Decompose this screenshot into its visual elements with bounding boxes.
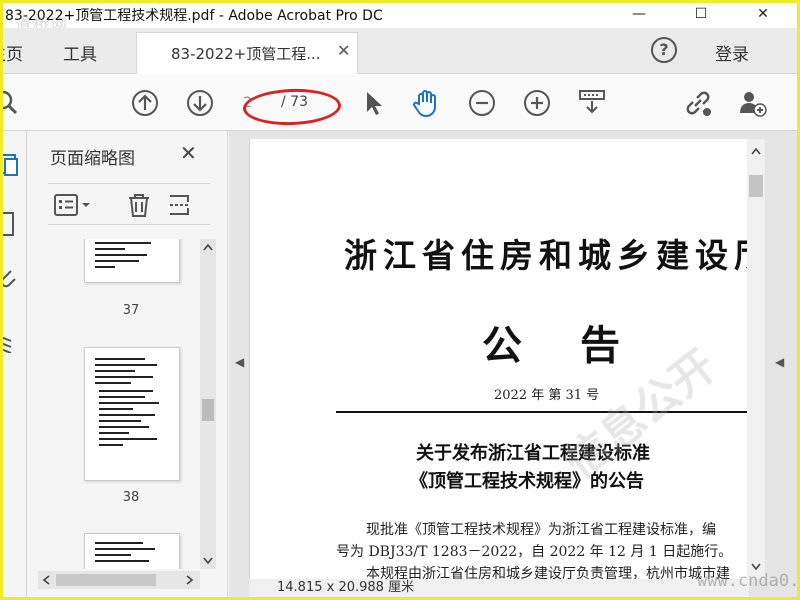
thumbnail-page[interactable] [84, 239, 180, 283]
acrobat-window: 83-2022+顶管工程技术规程.pdf - Adobe Acrobat Pro… [3, 3, 797, 597]
panel-close-icon[interactable]: ✕ [180, 141, 197, 165]
tab-document-label: 83-2022+顶管工程... [171, 45, 321, 63]
thumbnail-list: 37 38 [38, 239, 198, 569]
select-arrow-icon[interactable] [359, 88, 389, 118]
panel-toolbar [48, 183, 210, 225]
tab-tools[interactable]: 工具 [63, 28, 97, 74]
scroll-up-arrow-icon[interactable] [203, 243, 213, 251]
site-watermark-bottom: www.cnda0.com [697, 571, 797, 591]
document-issuer-header: 浙江省住房和城乡建设厅 [344, 236, 749, 275]
login-button[interactable]: 登录 [715, 40, 749, 65]
minimize-button[interactable]: — [619, 3, 659, 28]
document-body-line: 号为 DBJ33/T 1283－2022，自 2022 年 12 月 1 日起施… [336, 544, 733, 560]
title-bar: 83-2022+顶管工程技术规程.pdf - Adobe Acrobat Pro… [3, 3, 797, 34]
extract-icon[interactable] [168, 192, 194, 218]
doc-scroll-down-arrow-icon[interactable] [751, 563, 761, 571]
delete-icon[interactable] [126, 192, 152, 218]
thumbnail-panel: 页面缩略图 ✕ 37 38 [28, 131, 228, 597]
search-icon[interactable] [3, 88, 23, 118]
share-link-icon[interactable] [683, 88, 713, 118]
toolbar: / 73 [3, 74, 797, 131]
document-vertical-scrollbar[interactable] [747, 139, 765, 579]
hand-tool-icon[interactable] [411, 88, 441, 118]
thumbnail-label: 38 [122, 490, 140, 505]
scroll-down-arrow-icon[interactable] [203, 557, 213, 565]
thumbnail-vertical-scrollbar[interactable] [200, 239, 216, 569]
tab-close-icon[interactable]: ✕ [337, 41, 350, 60]
thumbnail-page[interactable] [84, 533, 180, 569]
page-thumbnails-icon[interactable] [3, 153, 19, 177]
zoom-out-icon[interactable] [467, 88, 497, 118]
thumbnail-options-icon[interactable] [54, 194, 94, 216]
help-button[interactable]: ? [651, 37, 677, 63]
tab-home[interactable]: 主页 [3, 28, 23, 74]
document-view[interactable]: ◀ 浙江省住房和城乡建设厅 公告 2022 年 第 31 号 关于发布浙江省工程… [229, 131, 797, 597]
thumbnail-hscroll-thumb[interactable] [56, 574, 156, 586]
scroll-mode-icon[interactable] [577, 88, 607, 118]
thumbnail-horizontal-scrollbar[interactable] [38, 571, 200, 589]
left-tool-rail [3, 131, 27, 597]
document-body-line: 现批准《顶管工程技术规程》为浙江省工程建设标准，编 [366, 522, 716, 538]
add-user-icon[interactable] [737, 88, 767, 118]
scroll-left-arrow-icon[interactable] [42, 575, 50, 585]
close-window-button[interactable]: ✕ [743, 3, 783, 28]
page-up-icon[interactable] [130, 88, 160, 118]
tab-bar: 主页 工具 83-2022+顶管工程... ✕ ? 登录 [3, 28, 797, 74]
page-size-status: 14.815 x 20.988 厘米 [249, 579, 749, 597]
thumbnail-scroll-thumb[interactable] [202, 399, 214, 421]
zoom-in-icon[interactable] [522, 88, 552, 118]
bookmarks-icon[interactable] [3, 211, 19, 237]
expand-right-panel-icon[interactable]: ◀ [775, 355, 784, 369]
document-number: 2022 年 第 31 号 [494, 388, 600, 403]
page-down-icon[interactable] [185, 88, 215, 118]
doc-scroll-up-arrow-icon[interactable] [751, 147, 761, 155]
thumbnail-label: 37 [122, 303, 140, 318]
collapse-left-panel-icon[interactable]: ◀ [235, 355, 244, 369]
layers-icon[interactable] [3, 331, 19, 353]
attachments-icon[interactable] [3, 267, 19, 289]
panel-title: 页面缩略图 [50, 149, 135, 169]
pdf-page: 浙江省住房和城乡建设厅 公告 2022 年 第 31 号 关于发布浙江省工程建设… [249, 139, 749, 579]
tab-document[interactable]: 83-2022+顶管工程... ✕ [136, 32, 358, 74]
thumbnail-page[interactable] [84, 347, 180, 481]
scroll-right-arrow-icon[interactable] [186, 575, 194, 585]
maximize-button[interactable]: ☐ [681, 3, 721, 28]
document-scroll-thumb[interactable] [749, 175, 763, 197]
document-body-line: 本规程由浙江省住房和城乡建设厅负责管理，杭州市城市建 [366, 566, 730, 579]
